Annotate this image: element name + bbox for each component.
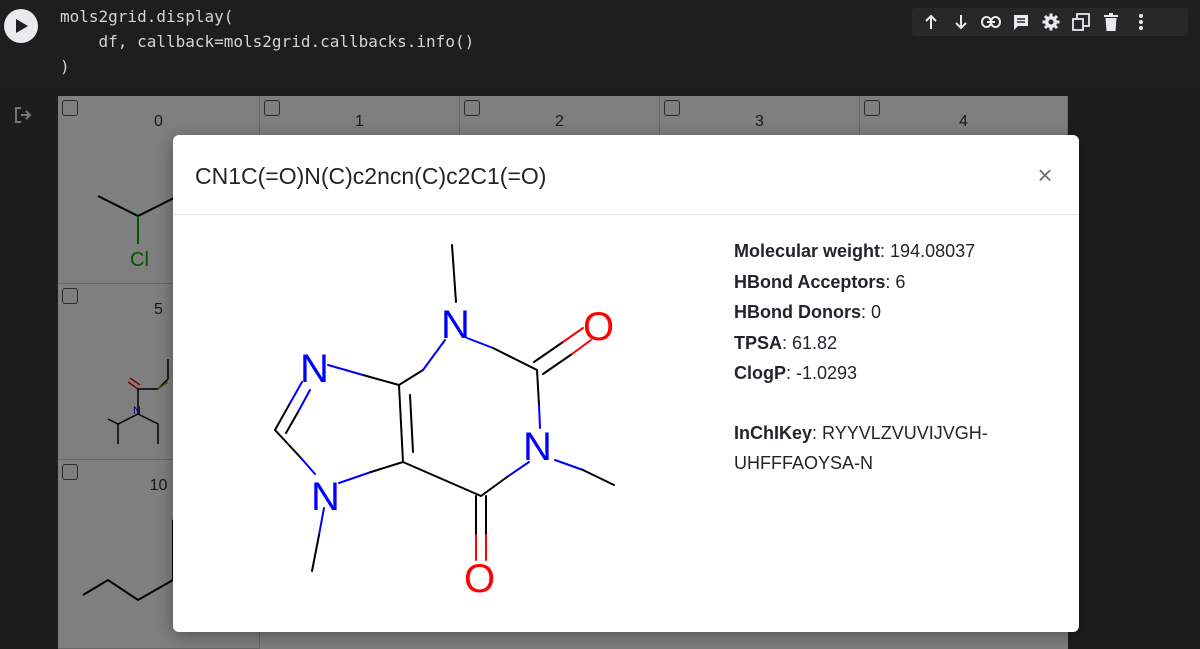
atom-label: N — [523, 425, 552, 469]
property-row: ClogP: -1.0293 — [734, 363, 858, 383]
inchikey-row: InChIKey: RYYVLZVUVIJVGH- UHFFFAOYSA-N — [734, 422, 988, 474]
atom-label: O — [583, 305, 614, 349]
property-row: TPSA: 61.82 — [734, 332, 838, 353]
property-label: InChIKey — [734, 422, 813, 443]
comment-icon[interactable] — [1010, 11, 1032, 33]
molecule-info-modal: CN1C(=O)N(C)c2ncn(C)c2C1(=O) × N O N N N… — [173, 135, 1079, 632]
close-button[interactable]: × — [1031, 161, 1059, 189]
mirror-cell-icon[interactable] — [1070, 11, 1092, 33]
atom-label: N — [441, 303, 470, 347]
property-value: 61.82 — [792, 332, 838, 353]
molecule-structure: N O N N N O — [274, 244, 615, 601]
arrow-down-icon[interactable] — [950, 11, 972, 33]
code-cell: mols2grid.display( df, callback=mols2gri… — [0, 0, 1200, 86]
atom-label: N — [311, 475, 340, 519]
property-label: ClogP — [734, 363, 786, 383]
code-line: mols2grid.display( — [60, 7, 234, 26]
property-value: 0 — [871, 302, 882, 322]
code-editor[interactable]: mols2grid.display( df, callback=mols2gri… — [60, 4, 474, 79]
property-label: HBond Donors — [734, 302, 861, 322]
cell-toolbar — [912, 8, 1188, 36]
link-icon[interactable] — [980, 11, 1002, 33]
molecule-properties: Molecular weight: 194.08037 HBond Accept… — [734, 236, 1054, 479]
property-value: UHFFFAOYSA-N — [734, 453, 874, 473]
property-row: Molecular weight: 194.08037 — [734, 241, 976, 261]
modal-header-divider — [173, 214, 1079, 215]
property-label: TPSA — [734, 332, 783, 353]
property-label: HBond Acceptors — [734, 271, 886, 292]
run-cell-button[interactable] — [4, 9, 38, 43]
code-line: df, callback=mols2grid.callbacks.info() — [60, 32, 475, 51]
property-label: Molecular weight — [734, 241, 881, 261]
play-icon — [16, 19, 28, 33]
modal-title-smiles: CN1C(=O)N(C)c2ncn(C)c2C1(=O) — [195, 163, 547, 189]
property-row: HBond Donors: 0 — [734, 302, 882, 322]
property-value: RYYVLZVUVIJVGH- — [822, 422, 988, 443]
arrow-up-icon[interactable] — [920, 11, 942, 33]
property-value: -1.0293 — [796, 363, 858, 383]
more-vert-icon[interactable] — [1130, 11, 1152, 33]
atom-label: N — [300, 347, 329, 391]
code-line: ) — [60, 57, 70, 76]
atom-label: O — [464, 557, 495, 601]
property-value: 6 — [895, 271, 906, 292]
property-row: HBond Acceptors: 6 — [734, 271, 906, 292]
property-value: 194.08037 — [890, 241, 976, 261]
trash-icon[interactable] — [1100, 11, 1122, 33]
gear-icon[interactable] — [1040, 11, 1062, 33]
